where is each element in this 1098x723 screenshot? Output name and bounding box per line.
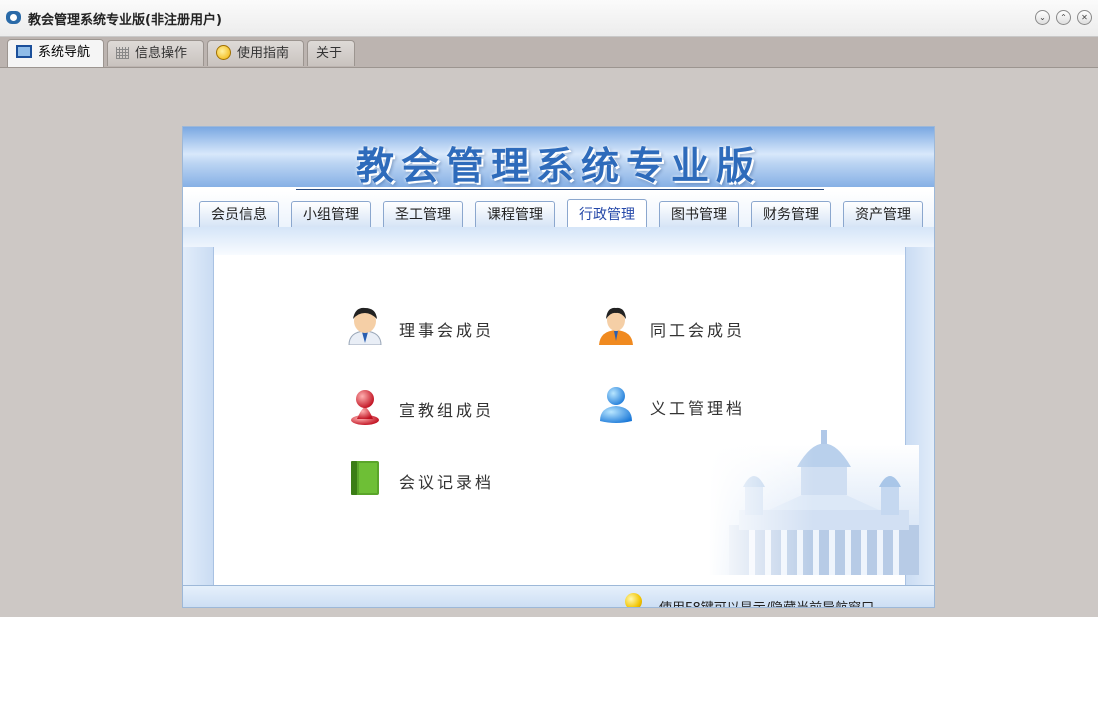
hint-text: 使用F8键可以显示/隐藏当前导航窗口 (659, 597, 874, 607)
menu-item-label: 宣教组成员 (399, 401, 495, 420)
menu-item-label: 理事会成员 (399, 321, 495, 340)
menu-item-label: 会议记录档 (399, 473, 495, 492)
window-title: 教会管理系统专业版(非注册用户) (28, 13, 222, 28)
tab-system-navigation[interactable]: 系统导航 (7, 39, 104, 67)
blue-user-icon (600, 387, 632, 423)
title-bar: 教会管理系统专业版(非注册用户) ⌄ ⌃ ✕ (0, 0, 1098, 37)
application-window: 教会管理系统专业版(非注册用户) ⌄ ⌃ ✕ 系统导航 信息操作 使用指南 关于… (0, 0, 1098, 617)
tab-library-management[interactable]: 图书管理 (659, 201, 739, 227)
app-logo-icon (6, 11, 21, 24)
menu-item-label: 同工会成员 (650, 321, 746, 340)
module-tab-bar: 会员信息 小组管理 圣工管理 课程管理 行政管理 图书管理 财务管理 资产管理 (183, 191, 934, 231)
main-tab-strip: 系统导航 信息操作 使用指南 关于 (0, 37, 1098, 68)
tab-admin-management[interactable]: 行政管理 (567, 199, 647, 229)
content-frame-top (183, 227, 934, 255)
woman-worker-icon (599, 307, 633, 345)
church-building-image (709, 425, 919, 575)
tab-asset-management[interactable]: 资产管理 (843, 201, 923, 227)
man-in-suit-icon (348, 307, 382, 345)
maximize-button[interactable]: ⌃ (1056, 10, 1071, 25)
navigation-panel: 教会管理系统专业版 会员信息 小组管理 圣工管理 课程管理 行政管理 图书管理 … (182, 126, 935, 608)
content-frame-left (183, 247, 214, 592)
tab-finance-management[interactable]: 财务管理 (751, 201, 831, 227)
tab-label: 信息操作 (135, 46, 188, 61)
status-footer: 使用F8键可以显示/隐藏当前导航窗口 (183, 585, 934, 607)
grid-icon (116, 46, 129, 59)
tab-member-info[interactable]: 会员信息 (199, 201, 279, 227)
tab-group-management[interactable]: 小组管理 (291, 201, 371, 227)
banner-divider (296, 189, 824, 190)
tab-course-management[interactable]: 课程管理 (475, 201, 555, 227)
tab-label: 系统导航 (38, 45, 91, 60)
monitor-icon (16, 45, 32, 58)
green-book-icon (351, 461, 379, 495)
tab-ministry-management[interactable]: 圣工管理 (383, 201, 463, 227)
help-icon (216, 45, 231, 60)
tab-label: 使用指南 (237, 46, 290, 61)
banner-title: 教会管理系统专业版 (355, 144, 761, 188)
banner: 教会管理系统专业版 (183, 127, 934, 188)
tab-label: 关于 (316, 46, 343, 61)
tab-info-operations[interactable]: 信息操作 (107, 40, 204, 66)
tab-user-guide[interactable]: 使用指南 (207, 40, 304, 66)
tab-about[interactable]: 关于 (307, 40, 355, 66)
red-pawn-icon (351, 390, 379, 425)
content-area: 理事会成员 同工会成员 宣教组成员 义工管理档 会议记录档 (214, 255, 919, 585)
close-button[interactable]: ✕ (1077, 10, 1092, 25)
bulb-icon (625, 593, 642, 607)
menu-item-label: 义工管理档 (650, 399, 746, 418)
minimize-button[interactable]: ⌄ (1035, 10, 1050, 25)
